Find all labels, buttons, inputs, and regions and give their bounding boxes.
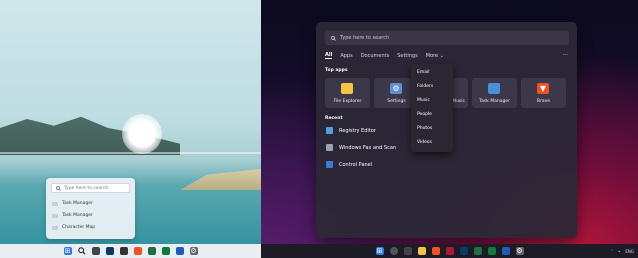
chevron-up-icon[interactable]: ˄ <box>611 249 613 254</box>
microphone-icon[interactable]: • <box>618 249 620 254</box>
photoshop-icon[interactable] <box>105 247 114 255</box>
recent-title: Recent <box>325 116 343 121</box>
search-result-item[interactable]: Task Manager <box>52 201 93 206</box>
gear-icon[interactable]: ⚙ <box>515 247 524 255</box>
search-icon[interactable] <box>77 247 86 255</box>
light-taskbar: ⊞ ⚙ <box>0 244 261 258</box>
search-result-label: Task Manager <box>62 213 93 218</box>
tab-more-label: More <box>425 52 439 59</box>
menu-item-people[interactable]: People <box>417 112 432 117</box>
app-icon[interactable] <box>161 247 170 255</box>
brave-icon[interactable] <box>431 247 440 255</box>
top-apps-title: Top apps <box>325 68 348 73</box>
search-result-label: Character Map <box>62 225 96 230</box>
character-map-icon <box>52 225 58 230</box>
chevron-down-icon: ⌄ <box>439 52 444 59</box>
app-icon[interactable] <box>119 247 128 255</box>
tab-settings[interactable]: Settings <box>397 53 418 59</box>
light-search-input[interactable]: Type here to search <box>51 183 130 193</box>
recent-item[interactable]: Windows Fax and Scan <box>326 144 396 151</box>
recent-item[interactable]: Control Panel <box>326 161 372 168</box>
filter-tabs: All Apps Documents Settings More ⌄ <box>325 52 444 59</box>
menu-item-music[interactable]: Music <box>417 98 430 103</box>
search-result-item[interactable]: Character Map <box>52 225 95 230</box>
folder-icon[interactable] <box>417 247 426 255</box>
app-icon[interactable] <box>445 247 454 255</box>
folder-icon <box>341 83 353 94</box>
tab-documents[interactable]: Documents <box>361 53 390 59</box>
gear-icon: ⚙ <box>390 83 402 94</box>
tab-more[interactable]: More ⌄ <box>426 53 444 59</box>
excel-icon[interactable] <box>147 247 156 255</box>
tab-apps[interactable]: Apps <box>340 53 352 59</box>
gear-icon[interactable]: ⚙ <box>189 247 198 255</box>
start-search-panel: Type here to search All Apps Documents S… <box>316 22 577 238</box>
brave-icon[interactable] <box>133 247 142 255</box>
recent-item-label: Windows Fax and Scan <box>339 144 397 151</box>
menu-item-videos[interactable]: Videos <box>417 140 432 145</box>
wallpaper-sun <box>122 114 162 154</box>
wallpaper-shore <box>180 168 261 190</box>
dark-search-input[interactable]: Type here to search <box>325 31 569 45</box>
top-app-tile[interactable]: File Explorer <box>325 78 370 108</box>
top-app-label: File Explorer <box>333 99 362 104</box>
task-manager-icon <box>52 213 58 218</box>
task-view-icon[interactable] <box>403 247 412 255</box>
recent-item[interactable]: Registry Editor <box>326 127 376 134</box>
tab-all[interactable]: All <box>325 52 333 59</box>
top-app-label: Brave <box>536 99 551 104</box>
menu-item-photos[interactable]: Photos <box>417 126 432 131</box>
excel-icon[interactable] <box>473 247 482 255</box>
light-search-popup: Type here to search Task Manager Task Ma… <box>46 178 135 239</box>
search-result-label: Task Manager <box>62 201 93 206</box>
windows-start-icon[interactable]: ⊞ <box>375 247 384 255</box>
control-panel-icon <box>326 161 333 168</box>
more-options-icon[interactable]: ··· <box>562 52 568 59</box>
search-result-item[interactable]: Task Manager <box>52 213 93 218</box>
registry-icon <box>326 127 333 134</box>
task-manager-icon <box>52 201 58 206</box>
top-app-label: Task Manager <box>479 99 510 104</box>
search-placeholder: Type here to search <box>340 35 390 41</box>
word-icon[interactable] <box>501 247 510 255</box>
search-placeholder: Type here to search <box>64 185 109 191</box>
search-icon <box>331 35 336 41</box>
fax-icon <box>326 144 333 151</box>
dark-taskbar: ⊞ ⚙ <box>261 244 638 258</box>
menu-item-folders[interactable]: Folders <box>417 84 433 89</box>
task-manager-icon <box>488 83 500 94</box>
top-app-tile[interactable]: ▼ Brave <box>521 78 566 108</box>
word-icon[interactable] <box>175 247 184 255</box>
menu-item-email[interactable]: Email <box>417 70 430 75</box>
recent-item-label: Control Panel <box>339 161 373 168</box>
app-icon[interactable] <box>487 247 496 255</box>
photoshop-icon[interactable] <box>459 247 468 255</box>
system-tray: ˄ • ENG <box>611 244 634 258</box>
more-dropdown-menu: Email Folders Music People Photos Videos <box>411 64 453 152</box>
windows-start-icon[interactable]: ⊞ <box>63 247 72 255</box>
brave-icon: ▼ <box>537 83 549 94</box>
language-indicator[interactable]: ENG <box>625 249 634 254</box>
wallpaper-horizon <box>0 152 261 154</box>
search-icon[interactable] <box>389 247 398 255</box>
search-icon <box>56 185 61 191</box>
light-desktop: Type here to search Task Manager Task Ma… <box>0 0 261 258</box>
recent-item-label: Registry Editor <box>339 127 376 134</box>
top-app-tile[interactable]: Task Manager <box>472 78 517 108</box>
task-view-icon[interactable] <box>91 247 100 255</box>
dark-desktop: Type here to search All Apps Documents S… <box>261 0 638 258</box>
